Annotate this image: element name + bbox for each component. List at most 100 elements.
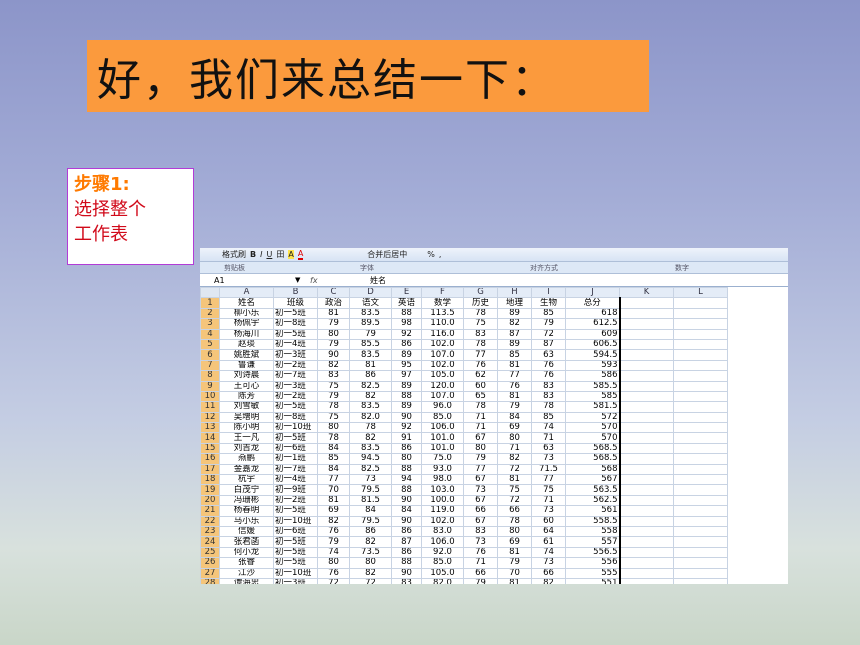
- table-cell[interactable]: 84: [497, 411, 532, 424]
- table-cell[interactable]: [673, 453, 728, 465]
- table-cell[interactable]: [673, 557, 728, 569]
- table-cell[interactable]: 113.5: [421, 307, 464, 320]
- table-cell[interactable]: 79: [317, 536, 350, 548]
- table-cell[interactable]: 556.5: [565, 546, 621, 559]
- row-header[interactable]: 23: [200, 525, 220, 538]
- table-cell[interactable]: [619, 494, 674, 507]
- table-cell[interactable]: [673, 525, 728, 538]
- table-cell[interactable]: 77: [531, 474, 566, 486]
- row-header[interactable]: 2: [200, 307, 220, 320]
- table-cell[interactable]: 85: [497, 349, 532, 361]
- table-cell[interactable]: 张睿: [219, 557, 274, 569]
- table-cell[interactable]: 陈芳: [219, 390, 274, 403]
- table-cell[interactable]: 88: [391, 463, 422, 476]
- table-cell[interactable]: [619, 359, 674, 372]
- row-header[interactable]: 4: [200, 328, 220, 340]
- row-header[interactable]: 13: [200, 422, 220, 434]
- table-cell[interactable]: 82.0: [349, 411, 392, 424]
- table-cell[interactable]: 杭宇: [219, 474, 274, 486]
- table-cell[interactable]: 76: [317, 567, 350, 579]
- table-cell[interactable]: 93.0: [421, 463, 464, 476]
- table-cell[interactable]: 89.5: [349, 318, 392, 330]
- table-cell[interactable]: 姚胜斌: [219, 349, 274, 361]
- table-cell[interactable]: 初一2班: [273, 494, 318, 507]
- table-cell[interactable]: 79.5: [349, 484, 392, 496]
- table-cell[interactable]: 87: [531, 338, 566, 351]
- table-cell[interactable]: 101.0: [421, 432, 464, 444]
- table-cell[interactable]: 初一1班: [273, 453, 318, 465]
- table-cell[interactable]: 柳小乐: [219, 307, 274, 320]
- table-cell[interactable]: 何小龙: [219, 546, 274, 559]
- table-cell[interactable]: 96.0: [421, 401, 464, 413]
- table-cell[interactable]: 90: [391, 494, 422, 507]
- row-header[interactable]: 19: [200, 484, 220, 496]
- col-header[interactable]: I: [531, 286, 566, 299]
- table-cell[interactable]: [673, 474, 728, 486]
- table-cell[interactable]: 84: [317, 442, 350, 455]
- table-cell[interactable]: 66: [531, 567, 566, 579]
- table-cell[interactable]: 551: [565, 577, 621, 584]
- row-header[interactable]: 8: [200, 370, 220, 382]
- table-cell[interactable]: 82: [497, 318, 532, 330]
- table-cell[interactable]: [673, 297, 728, 309]
- table-cell[interactable]: 杨佩宇: [219, 318, 274, 330]
- table-cell[interactable]: 593: [565, 359, 621, 372]
- col-header[interactable]: G: [463, 286, 498, 299]
- comma-button[interactable]: ,: [439, 250, 442, 259]
- table-cell[interactable]: 66: [463, 567, 498, 579]
- row-header[interactable]: 16: [200, 453, 220, 465]
- table-cell[interactable]: 78: [317, 432, 350, 444]
- table-cell[interactable]: 79: [531, 318, 566, 330]
- table-cell[interactable]: 王可心: [219, 380, 274, 392]
- table-cell[interactable]: 84: [391, 505, 422, 517]
- col-header[interactable]: L: [673, 286, 728, 299]
- table-cell[interactable]: 89: [391, 349, 422, 361]
- table-cell[interactable]: 94: [391, 474, 422, 486]
- row-header[interactable]: 10: [200, 390, 220, 403]
- table-cell[interactable]: 89: [497, 338, 532, 351]
- table-cell[interactable]: 100.0: [421, 494, 464, 507]
- table-cell[interactable]: [619, 505, 674, 517]
- table-cell[interactable]: 87: [497, 328, 532, 340]
- table-cell[interactable]: [619, 463, 674, 476]
- table-cell[interactable]: 60: [531, 515, 566, 528]
- table-cell[interactable]: 89: [391, 401, 422, 413]
- row-header[interactable]: 25: [200, 546, 220, 559]
- table-cell[interactable]: 79: [349, 328, 392, 340]
- row-header[interactable]: 3: [200, 318, 220, 330]
- table-cell[interactable]: 初一5班: [273, 401, 318, 413]
- table-cell[interactable]: [619, 567, 674, 579]
- table-cell[interactable]: 95: [391, 359, 422, 372]
- table-cell[interactable]: 77: [317, 474, 350, 486]
- table-cell[interactable]: 数学: [421, 297, 464, 309]
- table-cell[interactable]: 562.5: [565, 494, 621, 507]
- table-cell[interactable]: [673, 380, 728, 392]
- table-cell[interactable]: 71: [497, 442, 532, 455]
- table-cell[interactable]: 初一4班: [273, 474, 318, 486]
- table-cell[interactable]: 初一6班: [273, 525, 318, 538]
- table-cell[interactable]: [673, 484, 728, 496]
- table-cell[interactable]: 92: [391, 328, 422, 340]
- table-cell[interactable]: 81: [317, 494, 350, 507]
- table-cell[interactable]: 110.0: [421, 318, 464, 330]
- table-cell[interactable]: 572: [565, 411, 621, 424]
- table-cell[interactable]: [673, 422, 728, 434]
- table-cell[interactable]: 98.0: [421, 474, 464, 486]
- table-cell[interactable]: 初一5班: [273, 505, 318, 517]
- table-cell[interactable]: 生物: [531, 297, 566, 309]
- table-cell[interactable]: 83: [317, 370, 350, 382]
- table-cell[interactable]: 77: [463, 349, 498, 361]
- table-cell[interactable]: 102.0: [421, 515, 464, 528]
- table-cell[interactable]: 初一2班: [273, 359, 318, 372]
- row-header[interactable]: 27: [200, 567, 220, 579]
- table-cell[interactable]: 581.5: [565, 401, 621, 413]
- table-cell[interactable]: 63: [531, 442, 566, 455]
- table-cell[interactable]: 初一5班: [273, 432, 318, 444]
- table-cell[interactable]: 98: [391, 318, 422, 330]
- table-cell[interactable]: 61: [531, 536, 566, 548]
- table-cell[interactable]: 83.5: [349, 307, 392, 320]
- table-cell[interactable]: 79.5: [349, 515, 392, 528]
- col-header[interactable]: K: [619, 286, 674, 299]
- table-cell[interactable]: 76: [497, 380, 532, 392]
- table-cell[interactable]: 102.0: [421, 359, 464, 372]
